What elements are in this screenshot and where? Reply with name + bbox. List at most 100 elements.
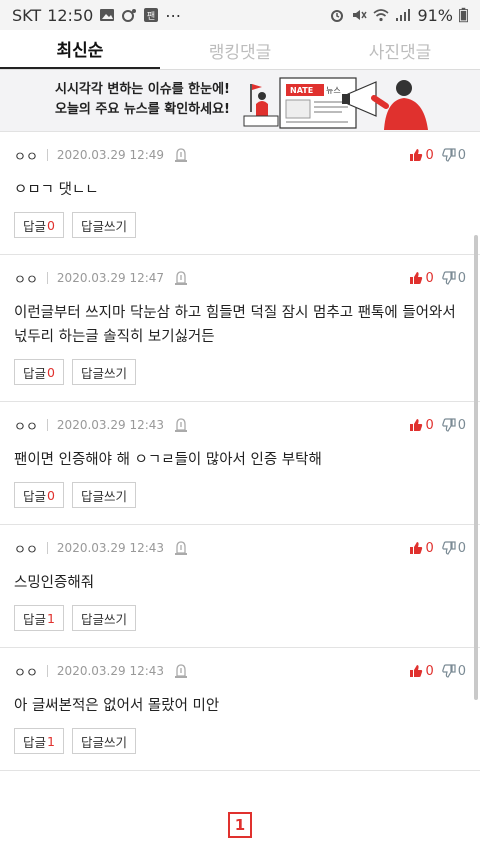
write-reply-button[interactable]: 답글쓰기 [71,359,136,385]
upvote-button[interactable]: 0 [409,663,434,679]
comment-author: ㅇㅇ [14,665,38,681]
page-number-current[interactable]: 1 [228,812,252,838]
thumbs-down-icon [441,541,456,555]
write-reply-button[interactable]: 답글쓰기 [71,212,136,238]
comment-text: 아 글써본적은 없어서 몰랐어 미안 [14,698,220,714]
replies-label: 답글 [23,488,47,504]
report-icon[interactable] [174,663,188,679]
replies-label: 답글 [23,365,47,381]
carrier-label: SKT [12,5,42,25]
report-icon[interactable] [174,270,188,286]
downvote-button[interactable]: 0 [441,270,466,286]
report-icon[interactable] [174,540,188,556]
upvote-count: 0 [425,663,434,679]
meta-divider [46,272,48,284]
scrollbar[interactable] [474,235,478,700]
upvote-count: 0 [425,147,434,163]
tab-photo[interactable]: 사진댓글 [320,30,480,70]
write-reply-button[interactable]: 답글쓰기 [71,728,136,754]
report-icon[interactable] [174,417,188,433]
upvote-button[interactable]: 0 [409,418,434,433]
nate-news-logo: NATE [290,86,313,95]
comment-list: ㅇㅇ 2020.03.29 12:49 0 0 ㅇㅁㄱ 댓ㄴㄴ 답글 0 답글쓰기… [0,132,480,771]
comment-date: 2020.03.29 12:47 [56,271,165,285]
more-notifications-icon: ⋯ [165,5,182,25]
comment-author: ㅇㅇ [14,542,38,558]
wifi-icon [373,9,389,22]
report-icon[interactable] [174,147,188,163]
replies-button[interactable]: 답글 0 [14,212,64,238]
alarm-icon [331,10,344,22]
comment-date: 2020.03.29 12:43 [56,664,165,678]
write-reply-button[interactable]: 답글쓰기 [71,482,136,508]
thumbs-up-icon [410,149,423,161]
downvote-button[interactable]: 0 [441,417,466,433]
app-icon: 팬 [144,8,159,22]
status-bar: SKT 12:50 팬 ⋯ 91% [0,0,480,30]
replies-button[interactable]: 답글 1 [14,728,64,754]
comment-meta: ㅇㅇ 2020.03.29 12:43 0 0 [14,648,466,694]
replies-button[interactable]: 답글 1 [14,605,64,631]
downvote-count: 0 [457,663,466,679]
comment-text: 스밍인증해줘 [14,575,95,591]
tab-ranking[interactable]: 랭킹댓글 [160,30,320,70]
mute-icon [353,10,368,20]
pagination: 1 [0,812,480,838]
upvote-button[interactable]: 0 [409,270,434,286]
comment-meta: ㅇㅇ 2020.03.29 12:47 0 0 [14,255,466,301]
replies-label: 답글 [23,734,47,750]
comment-author: ㅇㅇ [14,149,38,165]
comment-meta: ㅇㅇ 2020.03.29 12:43 0 0 [14,402,466,448]
comment-date: 2020.03.29 12:49 [56,148,165,162]
meta-divider [46,419,48,431]
thumbs-up-icon [410,272,423,284]
comment-date: 2020.03.29 12:43 [56,541,165,555]
replies-label: 답글 [23,218,47,234]
comment-meta: ㅇㅇ 2020.03.29 12:43 0 0 [14,525,466,571]
meta-divider [46,149,48,161]
reply-count: 0 [47,217,55,233]
comment-text: 팬이면 인증해야 해 ㅇㄱㄹ들이 많아서 인증 부탁해 [14,452,322,468]
banner-line-1: 시시각각 변하는 이슈를 한눈에! [55,82,230,97]
downvote-button[interactable]: 0 [441,540,466,556]
comment-item: ㅇㅇ 2020.03.29 12:47 0 0 이런글부터 쓰지마 닥눈삼 하고… [0,255,480,402]
comment-text: 이런글부터 쓰지마 닥눈삼 하고 힘들면 덕질 잠시 멈추고 팬톡에 들어와서 … [14,305,456,345]
meta-divider [46,542,48,554]
replies-button[interactable]: 답글 0 [14,482,64,508]
downvote-count: 0 [457,540,466,556]
clock: 12:50 [47,5,94,25]
downvote-button[interactable]: 0 [441,663,466,679]
upvote-count: 0 [425,270,434,286]
write-reply-button[interactable]: 답글쓰기 [71,605,136,631]
thumbs-down-icon [441,148,456,162]
comment-item: ㅇㅇ 2020.03.29 12:43 0 0 스밍인증해줘 답글 1 답글쓰기 [0,525,480,648]
comment-text: ㅇㅁㄱ 댓ㄴㄴ [14,182,99,198]
reply-count: 1 [47,610,55,626]
banner-line-2: 오늘의 주요 뉴스를 확인하세요! [55,102,230,117]
battery-percent: 91% [417,5,453,25]
notification-icon [122,9,137,22]
upvote-button[interactable]: 0 [409,540,434,556]
replies-label: 답글 [23,611,47,627]
thumbs-up-icon [410,419,423,431]
reply-count: 0 [47,487,55,503]
battery-icon [459,7,468,23]
replies-button[interactable]: 답글 0 [14,359,64,385]
comment-date: 2020.03.29 12:43 [56,418,165,432]
svg-text:뉴스: 뉴스 [326,86,341,95]
thumbs-down-icon [441,664,456,678]
upvote-button[interactable]: 0 [409,147,434,163]
meta-divider [46,665,48,677]
downvote-count: 0 [457,270,466,286]
downvote-count: 0 [457,417,466,433]
thumbs-up-icon [410,665,423,677]
upvote-count: 0 [425,540,434,556]
comment-author: ㅇㅇ [14,272,38,288]
downvote-button[interactable]: 0 [441,148,466,163]
thumbs-down-icon [441,271,456,285]
news-banner[interactable]: 시시각각 변하는 이슈를 한눈에! 오늘의 주요 뉴스를 확인하세요! NATE… [0,70,480,132]
comment-item: ㅇㅇ 2020.03.29 12:43 0 0 아 글써본적은 없어서 몰랐어 … [0,648,480,771]
banner-illustration: NATE 뉴스 [243,77,428,130]
image-icon [100,9,115,21]
tab-latest[interactable]: 최신순 [0,30,160,70]
